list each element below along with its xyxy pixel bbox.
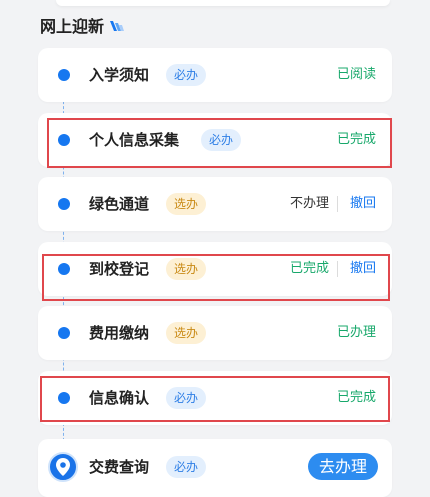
optional-badge: 选办 (166, 322, 207, 344)
withdraw-link[interactable]: 撤回 (350, 193, 376, 215)
list-item-personal-info[interactable]: 个人信息采集 必办 已完成 (38, 113, 392, 167)
go-handle-button[interactable]: 去办理 (307, 453, 378, 480)
previous-card-edge (56, 0, 390, 6)
required-badge: 必办 (166, 387, 207, 409)
timeline-dot (58, 327, 70, 339)
required-badge: 必办 (201, 129, 242, 151)
status-text: 已完成 (289, 261, 329, 276)
optional-badge: 选办 (166, 193, 207, 215)
list-item-fee-payment[interactable]: 费用缴纳 选办 已办理 (38, 306, 392, 360)
list-item-green-channel[interactable]: 绿色通道 选办 不办理 撤回 (38, 177, 392, 231)
item-title: 信息确认 (89, 389, 150, 407)
timeline-dot (58, 263, 70, 275)
item-title: 入学须知 (89, 66, 150, 84)
required-badge: 必办 (166, 64, 207, 86)
status-text: 已完成 (336, 132, 376, 147)
section-header: 网上迎新 (40, 13, 125, 37)
divider (337, 261, 338, 277)
list-item-admission-notice[interactable]: 入学须知 必办 已阅读 (38, 48, 392, 102)
optional-badge: 选办 (166, 258, 207, 280)
item-title: 绿色通道 (89, 195, 150, 213)
list-item-payment-query[interactable]: 交费查询 必办 去办理 (38, 439, 392, 497)
status-text: 已阅读 (336, 67, 376, 82)
required-badge: 必办 (166, 456, 207, 478)
list-item-info-confirm[interactable]: 信息确认 必办 已完成 (38, 371, 392, 425)
timeline-dot (58, 392, 70, 404)
status-text: 已完成 (336, 390, 376, 405)
divider (337, 196, 338, 212)
item-title: 个人信息采集 (89, 131, 180, 149)
timeline-dot (58, 198, 70, 210)
withdraw-link[interactable]: 撤回 (350, 258, 376, 280)
status-text: 已办理 (336, 325, 376, 340)
status-text: 不办理 (289, 196, 329, 211)
section-title: 网上迎新 (40, 17, 105, 36)
item-title: 交费查询 (89, 458, 150, 476)
timeline-dot (58, 69, 70, 81)
item-title: 到校登记 (89, 260, 150, 278)
title-decoration-icon (110, 19, 125, 31)
item-title: 费用缴纳 (89, 324, 150, 342)
location-pin-icon (48, 452, 78, 482)
timeline-dot (58, 134, 70, 146)
list-item-school-registration[interactable]: 到校登记 选办 已完成 撤回 (38, 242, 392, 296)
